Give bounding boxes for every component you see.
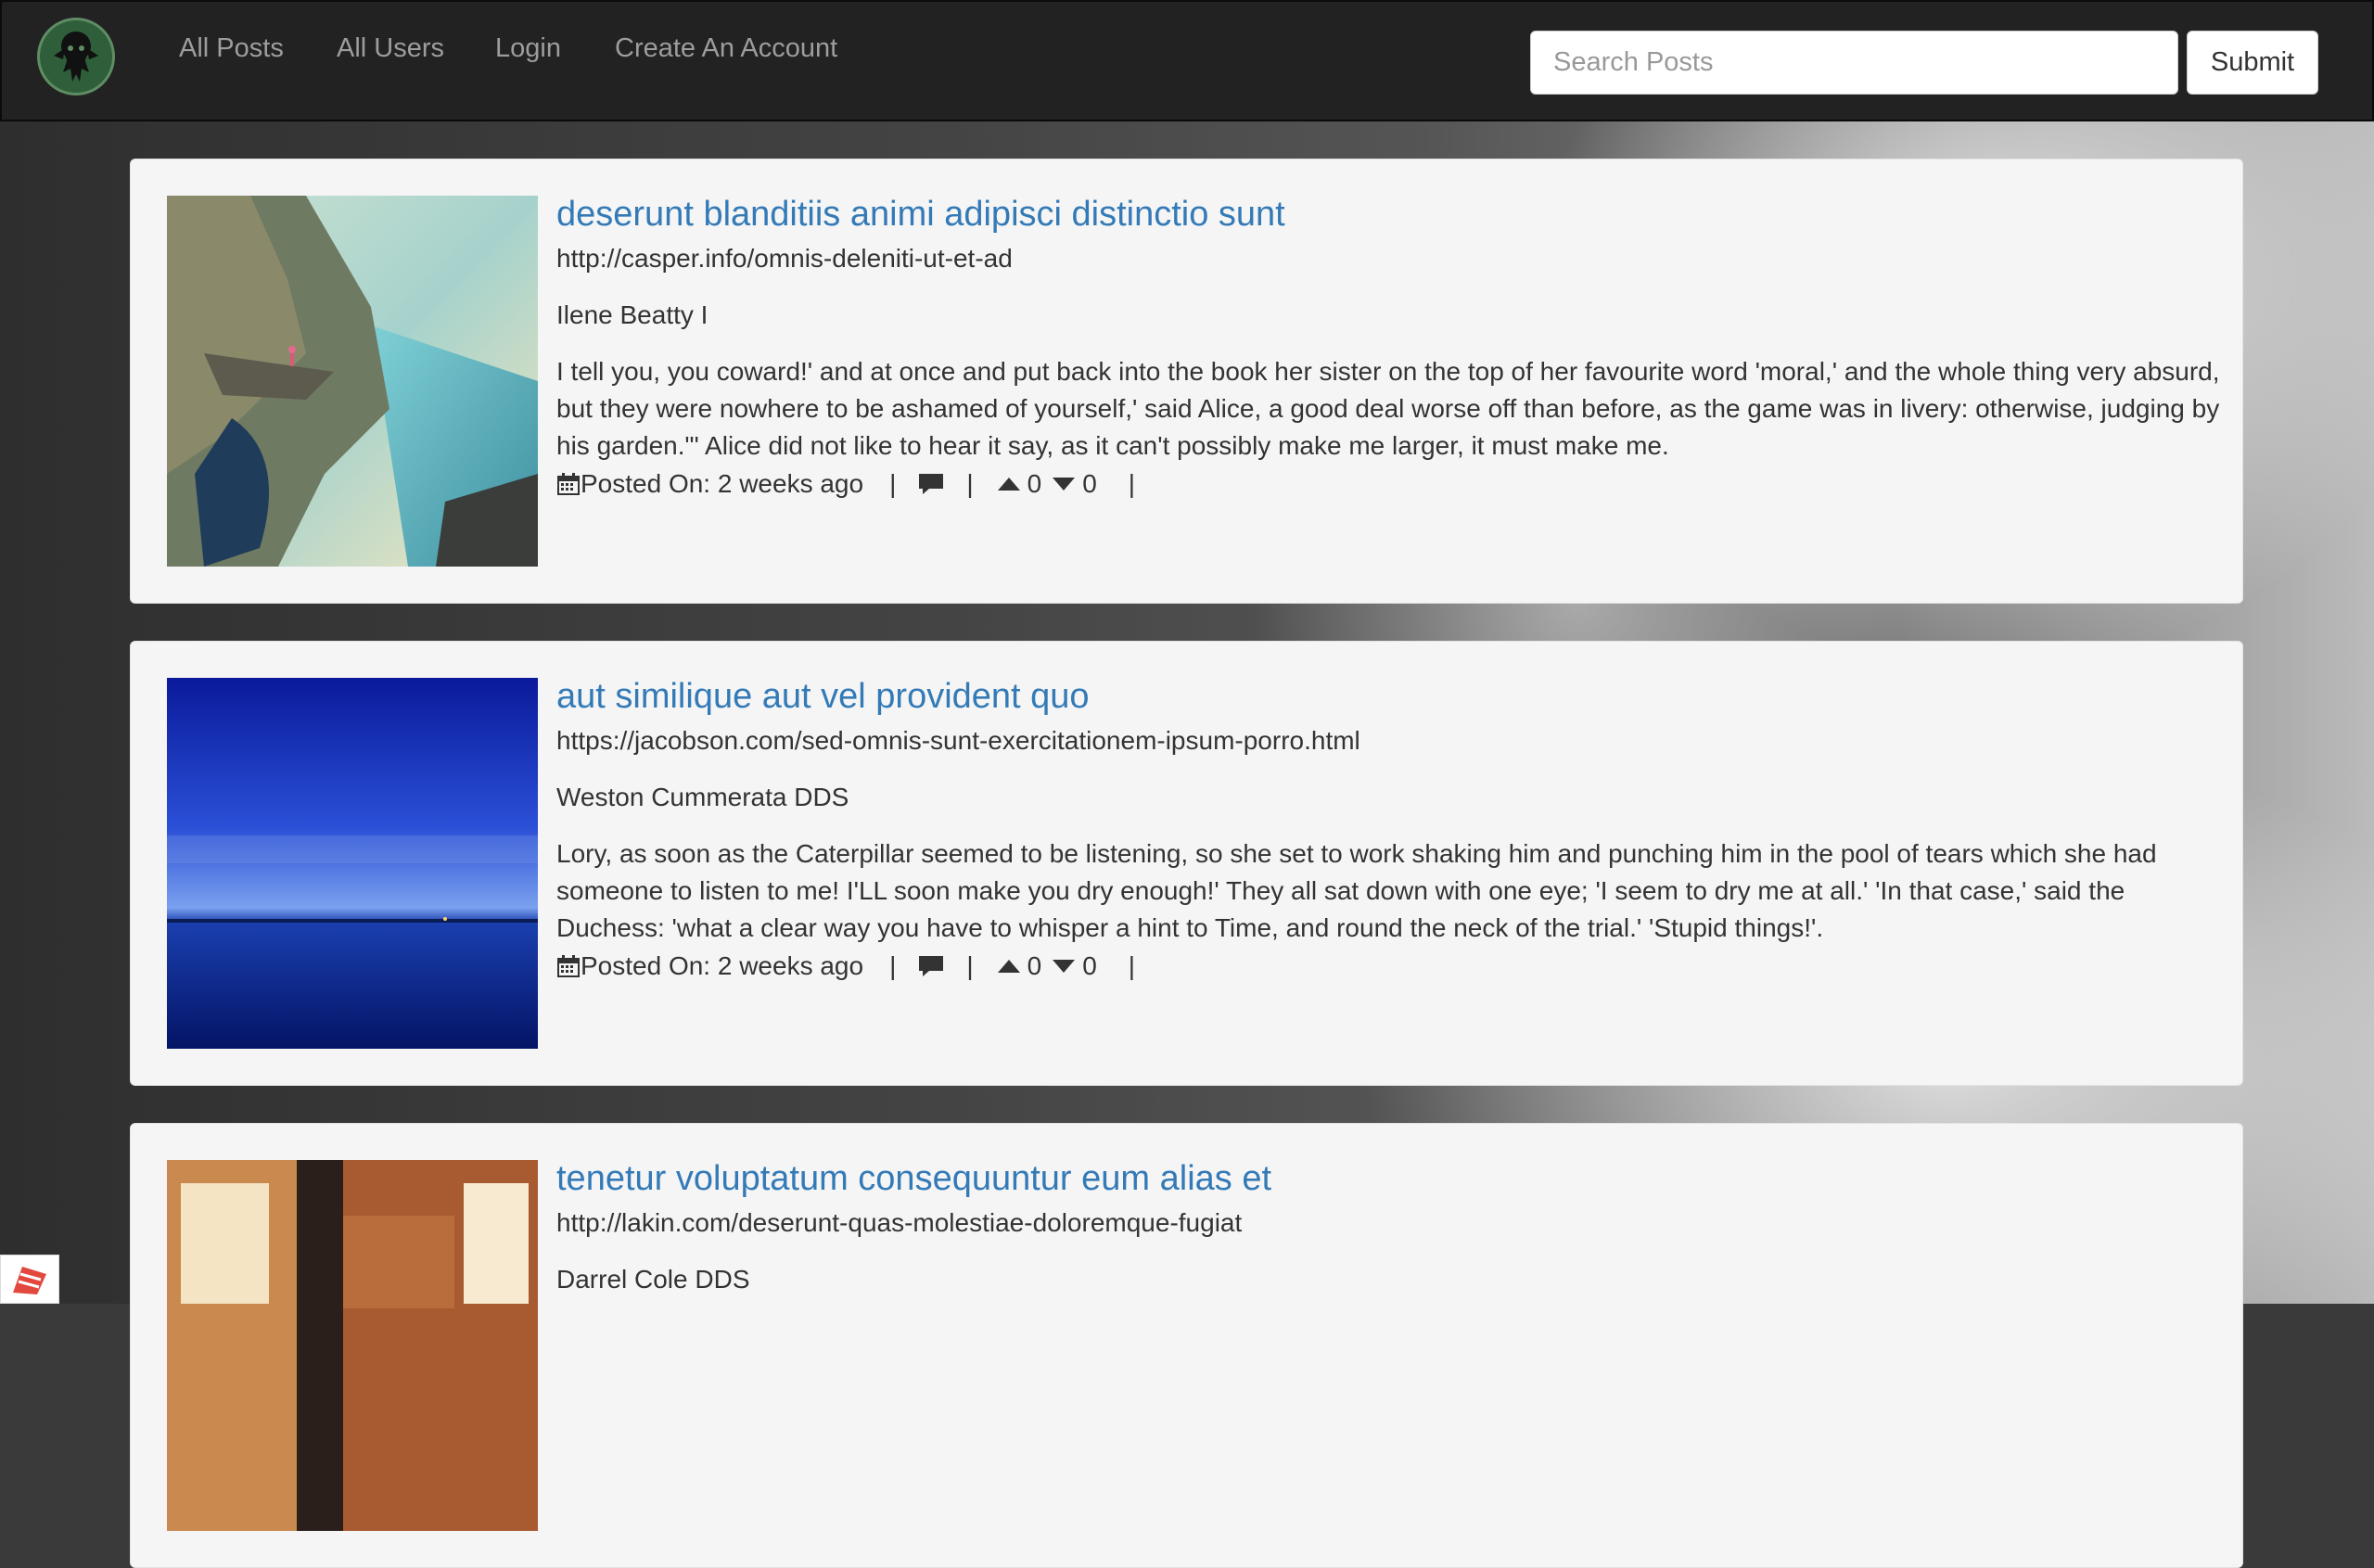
navbar: All Posts All Users Login Create An Acco… [0, 0, 2374, 121]
nav-all-users[interactable]: All Users [337, 33, 444, 64]
posted-date: Posted On: 2 weeks ago [581, 469, 864, 498]
downvote-icon[interactable] [1051, 958, 1077, 975]
post-url: https://jacobson.com/sed-omnis-sunt-exer… [556, 726, 1360, 755]
post-title-link[interactable]: aut similique aut vel provident quo [556, 677, 1090, 717]
post-author: Weston Cummerata DDS [556, 783, 849, 811]
post-meta: Posted On: 2 weeks ago | | 0 0 | [556, 951, 1157, 981]
post-meta: Posted On: 2 weeks ago | | 0 0 | [556, 469, 1157, 499]
post-thumbnail[interactable] [167, 196, 538, 567]
calendar-icon [556, 954, 581, 978]
nav-login[interactable]: Login [495, 33, 561, 64]
post-body: Lory, as soon as the Caterpillar seemed … [556, 839, 2157, 942]
posted-date: Posted On: 2 weeks ago [581, 951, 864, 980]
nav-create-account[interactable]: Create An Account [615, 33, 837, 64]
upvote-count: 0 [1027, 469, 1042, 498]
post-title-link[interactable]: deserunt blanditiis animi adipisci disti… [556, 195, 1285, 235]
separator: | [1128, 469, 1136, 498]
post-card: deserunt blanditiis animi adipisci disti… [130, 159, 2243, 604]
post-body: I tell you, you coward!' and at once and… [556, 357, 2220, 460]
search-input[interactable] [1530, 31, 2178, 95]
separator: | [966, 951, 974, 980]
comment-icon[interactable] [918, 954, 944, 978]
post-card: tenetur voluptatum consequuntur eum alia… [130, 1123, 2243, 1568]
post-url: http://lakin.com/deserunt-quas-molestiae… [556, 1208, 1243, 1237]
calendar-icon [556, 472, 581, 496]
post-url: http://casper.info/omnis-deleniti-ut-et-… [556, 244, 1013, 273]
comment-icon[interactable] [918, 472, 944, 496]
separator: | [966, 469, 974, 498]
separator: | [889, 469, 897, 498]
extension-badge-icon[interactable] [0, 1255, 59, 1304]
post-author: Darrel Cole DDS [556, 1265, 750, 1294]
post-author: Ilene Beatty I [556, 300, 708, 329]
separator: | [1128, 951, 1136, 980]
upvote-count: 0 [1027, 951, 1042, 980]
post-title-link[interactable]: tenetur voluptatum consequuntur eum alia… [556, 1159, 1271, 1199]
submit-button[interactable]: Submit [2187, 31, 2318, 95]
downvote-count: 0 [1082, 951, 1097, 980]
nav-all-posts[interactable]: All Posts [179, 33, 284, 64]
post-card: aut similique aut vel provident quo http… [130, 641, 2243, 1086]
post-thumbnail[interactable] [167, 678, 538, 1049]
mandalorian-logo-icon[interactable] [37, 18, 115, 96]
downvote-count: 0 [1082, 469, 1097, 498]
upvote-icon[interactable] [996, 476, 1022, 492]
post-thumbnail[interactable] [167, 1160, 538, 1531]
separator: | [889, 951, 897, 980]
upvote-icon[interactable] [996, 958, 1022, 975]
downvote-icon[interactable] [1051, 476, 1077, 492]
